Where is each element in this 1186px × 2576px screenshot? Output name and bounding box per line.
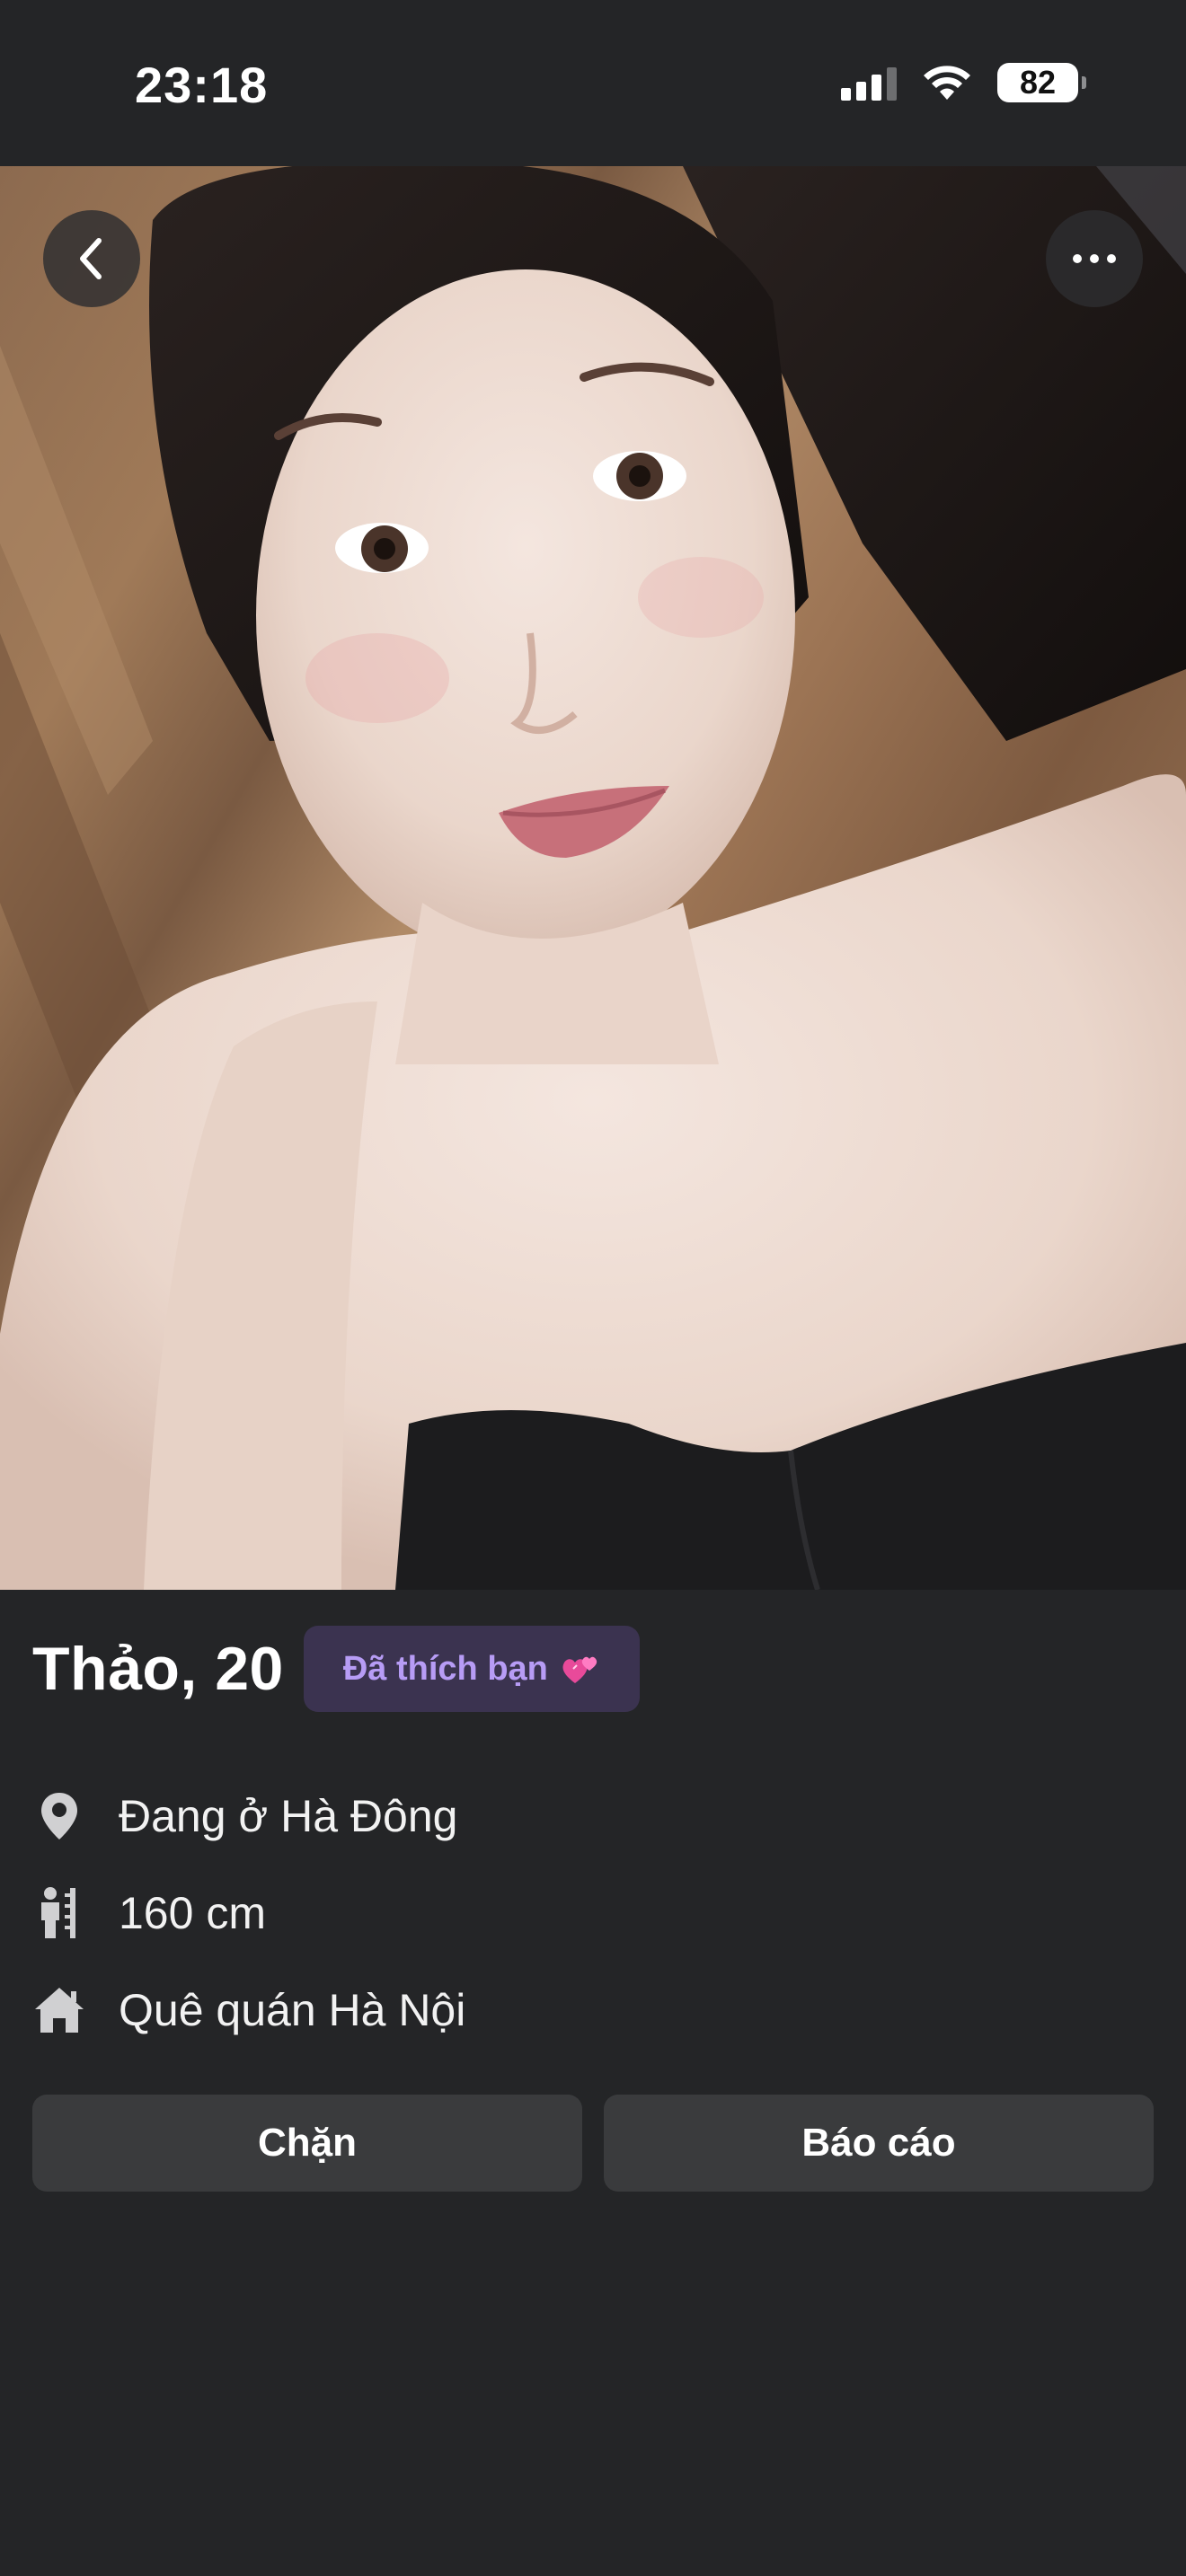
detail-text: Quê quán Hà Nội [119, 1985, 466, 2035]
detail-location: Đang ở Hà Đông [32, 1768, 465, 1865]
report-button[interactable]: Báo cáo [604, 2095, 1154, 2192]
chevron-left-icon [80, 238, 102, 279]
battery-level: 82 [1019, 64, 1057, 101]
profile-details: Đang ở Hà Đông 160 cm Quê quán Hà Nội [32, 1768, 465, 2059]
back-button[interactable] [43, 210, 140, 307]
profile-name-age: Thảo, 20 [32, 1635, 284, 1703]
detail-text: 160 cm [119, 1888, 266, 1938]
detail-hometown: Quê quán Hà Nội [32, 1962, 465, 2059]
status-icons: 82 [841, 63, 1086, 102]
battery-icon: 82 [997, 63, 1086, 102]
two-hearts-icon [562, 1656, 597, 1683]
detail-height: 160 cm [32, 1865, 465, 1962]
profile-photo[interactable] [0, 166, 1186, 1590]
location-pin-icon [32, 1789, 86, 1843]
more-horizontal-icon [1073, 254, 1116, 263]
home-icon [32, 1983, 86, 2037]
liked-you-badge: Đã thích bạn [303, 1626, 640, 1712]
wifi-icon [924, 66, 970, 100]
status-time: 23:18 [135, 57, 269, 113]
more-options-button[interactable] [1046, 210, 1143, 307]
signal-icon [841, 65, 897, 101]
detail-text: Đang ở Hà Đông [119, 1791, 458, 1841]
profile-actions: Chặn Báo cáo [32, 2095, 1154, 2192]
liked-badge-label: Đã thích bạn [342, 1649, 548, 1688]
height-icon [32, 1886, 86, 1940]
status-bar: 23:18 82 [0, 0, 1186, 166]
profile-header: Thảo, 20 Đã thích bạn [32, 1626, 640, 1712]
block-button[interactable]: Chặn [32, 2095, 582, 2192]
